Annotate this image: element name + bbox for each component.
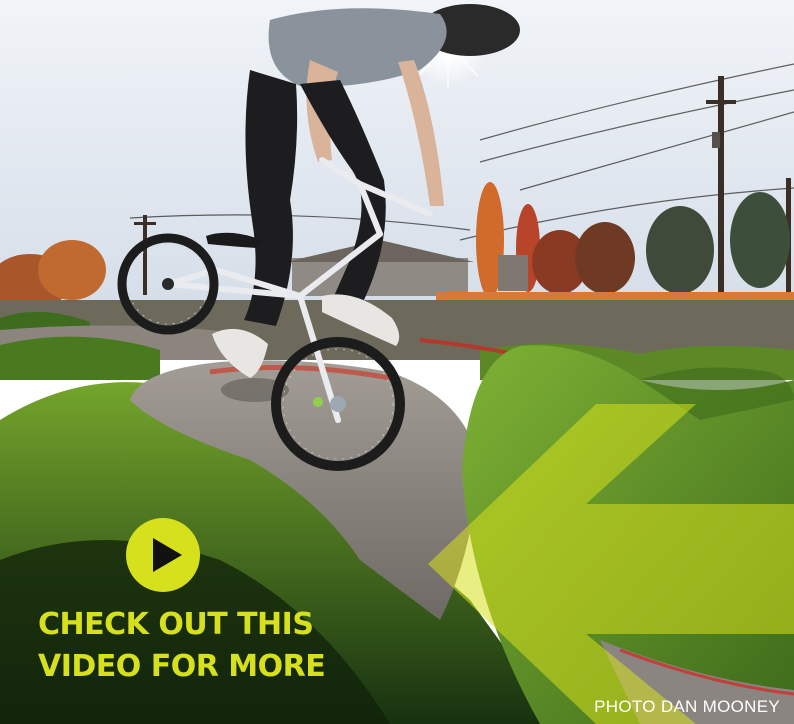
cta-line-2: VIDEO FOR MORE	[38, 649, 326, 684]
cta-line-1: CHECK OUT THIS	[38, 607, 314, 642]
play-video-button[interactable]	[126, 518, 200, 592]
photo-credit: PHOTO DAN MOONEY	[594, 697, 780, 716]
play-circle-icon	[126, 518, 200, 592]
video-call-to-action[interactable]: CHECK OUT THIS VIDEO FOR MORE	[38, 604, 338, 688]
